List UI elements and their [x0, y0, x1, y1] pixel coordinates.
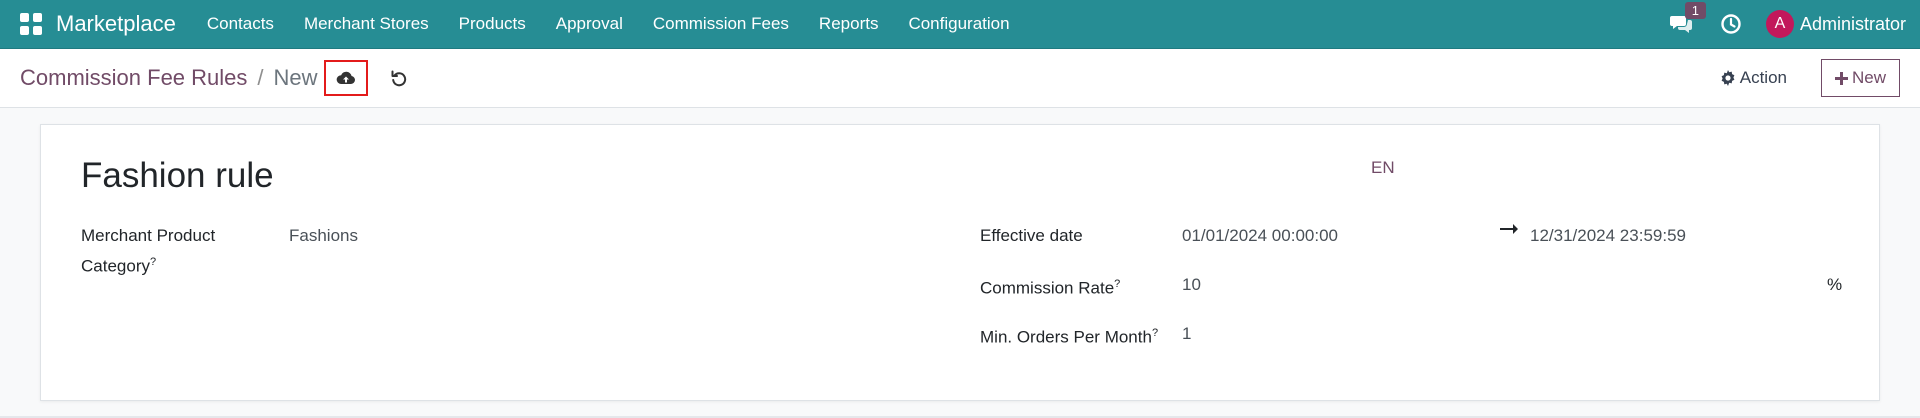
- action-label: Action: [1739, 68, 1787, 87]
- cloud-upload-icon: [336, 71, 355, 84]
- effective-date-label: Effective date: [980, 226, 1083, 245]
- merchant-category-field[interactable]: Fashions: [289, 222, 358, 249]
- clock-icon: [1721, 14, 1741, 34]
- action-menu-button[interactable]: Action: [1720, 68, 1787, 88]
- menu-configuration[interactable]: Configuration: [893, 14, 1024, 34]
- menu-merchant-stores[interactable]: Merchant Stores: [289, 14, 444, 34]
- min-orders-label-text: Min. Orders Per Month: [980, 327, 1152, 347]
- commission-rate-label-text: Commission Rate: [980, 278, 1115, 298]
- menu-contacts[interactable]: Contacts: [192, 14, 289, 34]
- help-tooltip-icon[interactable]: ?: [1114, 278, 1120, 290]
- breadcrumb-commission-fee-rules[interactable]: Commission Fee Rules: [20, 65, 247, 91]
- menu-commission-fees[interactable]: Commission Fees: [638, 14, 804, 34]
- apps-menu-icon[interactable]: [20, 13, 42, 35]
- commission-rate-label: Commission Rate?: [980, 271, 1120, 302]
- percent-unit: %: [1827, 275, 1843, 294]
- gear-icon: [1721, 70, 1735, 86]
- user-menu[interactable]: Administrator: [1800, 14, 1906, 35]
- breadcrumb-separator: /: [257, 65, 264, 90]
- language-button[interactable]: EN: [1371, 158, 1395, 178]
- undo-icon: [391, 70, 406, 87]
- messaging-button[interactable]: 1: [1666, 2, 1706, 39]
- top-navbar: Marketplace Contacts Merchant Stores Pro…: [0, 0, 1920, 49]
- min-orders-label: Min. Orders Per Month?: [980, 320, 1158, 351]
- effective-date-start-field[interactable]: 01/01/2024 00:00:00: [1182, 222, 1338, 249]
- save-button[interactable]: [323, 60, 368, 96]
- new-record-button[interactable]: New: [1821, 59, 1900, 97]
- help-tooltip-icon[interactable]: ?: [1152, 327, 1158, 339]
- arrow-right-icon: [1500, 224, 1518, 234]
- merchant-category-label: Merchant Product Category?: [81, 222, 215, 280]
- breadcrumb-current: New: [273, 65, 318, 90]
- merchant-category-label-line2: Category: [81, 256, 150, 276]
- activity-button[interactable]: [1718, 11, 1744, 37]
- form-sheet: Fashion rule EN Merchant Product Categor…: [40, 124, 1880, 401]
- merchant-category-label-line1: Merchant Product: [81, 226, 216, 245]
- app-brand[interactable]: Marketplace: [56, 11, 176, 37]
- menu-reports[interactable]: Reports: [804, 14, 894, 34]
- rule-name-field[interactable]: Fashion rule: [81, 156, 274, 196]
- help-tooltip-icon[interactable]: ?: [150, 256, 156, 268]
- commission-rate-field[interactable]: 10: [1182, 271, 1201, 298]
- plus-icon: [1834, 71, 1848, 85]
- menu-approval[interactable]: Approval: [541, 14, 638, 34]
- new-label: New: [1851, 68, 1886, 87]
- min-orders-field[interactable]: 1: [1182, 320, 1191, 347]
- control-panel: Commission Fee Rules / New Action New: [0, 49, 1920, 108]
- user-avatar[interactable]: A: [1765, 10, 1794, 38]
- menu-products[interactable]: Products: [444, 14, 541, 34]
- effective-date-end-field[interactable]: 12/31/2024 23:59:59: [1530, 222, 1686, 249]
- message-count-badge: 1: [1684, 2, 1706, 19]
- discard-button[interactable]: [384, 63, 414, 93]
